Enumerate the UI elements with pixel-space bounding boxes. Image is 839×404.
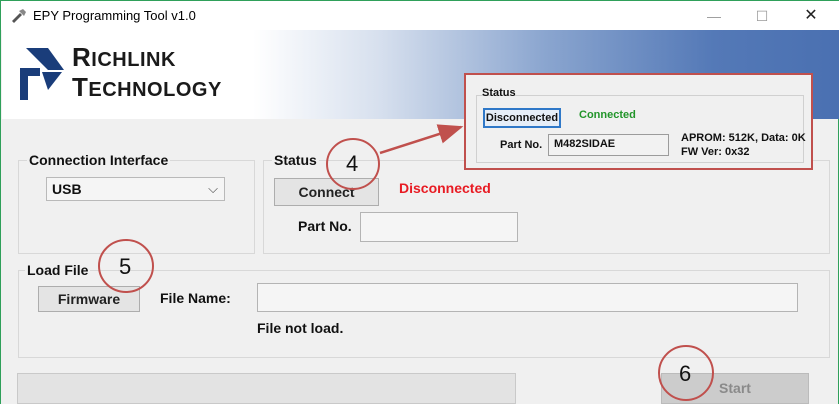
part-no-field <box>360 212 518 242</box>
window-title: EPY Programming Tool v1.0 <box>33 8 196 23</box>
logo-t: T <box>72 72 89 102</box>
connection-interface-legend: Connection Interface <box>27 152 171 168</box>
logo-text-richlink: RICHLINK <box>72 42 176 73</box>
logo-echnology: ECHNOLOGY <box>88 79 222 101</box>
status-legend: Status <box>272 152 319 168</box>
progress-bar <box>17 373 516 404</box>
app-tool-icon <box>12 9 26 23</box>
callout-fw-version: FW Ver: 0x32 <box>681 146 750 158</box>
chevron-down-icon: ⌵ <box>208 181 218 196</box>
file-name-field <box>257 283 798 312</box>
callout-part-no-label: Part No. <box>500 139 543 151</box>
status-callout: Status Disconnected Connected Part No. M… <box>464 73 813 170</box>
richlink-logo-icon <box>20 48 64 100</box>
part-no-label: Part No. <box>298 218 352 234</box>
callout-status-legend: Status <box>482 87 516 99</box>
interface-selected-value: USB <box>52 181 82 197</box>
step-6-label: 6 <box>679 361 692 386</box>
callout-arrow <box>379 124 464 155</box>
maximize-button[interactable]: ☐ <box>747 5 777 27</box>
file-name-label: File Name: <box>160 290 231 306</box>
close-button[interactable]: ✕ <box>796 5 826 27</box>
step-5-label: 5 <box>119 254 132 279</box>
connection-status-text: Disconnected <box>399 180 491 196</box>
connection-interface-group <box>18 160 255 254</box>
interface-select[interactable]: USB ⌵ <box>46 177 225 201</box>
callout-part-no-field: M482SIDAE <box>548 134 669 156</box>
callout-part-no-value: M482SIDAE <box>554 138 616 150</box>
logo-ichlink: ICHLINK <box>91 49 176 71</box>
logo-r: R <box>72 42 92 72</box>
load-file-legend: Load File <box>25 262 91 278</box>
step-4-label: 4 <box>346 151 359 176</box>
title-bar: EPY Programming Tool v1.0 — ☐ ✕ <box>1 0 839 30</box>
logo-text-technology: TECHNOLOGY <box>72 72 222 103</box>
file-load-message: File not load. <box>257 320 344 336</box>
firmware-button[interactable]: Firmware <box>38 286 140 312</box>
minimize-button[interactable]: — <box>699 5 729 27</box>
callout-connected-text: Connected <box>579 109 636 121</box>
connect-button[interactable]: Connect <box>274 178 379 206</box>
callout-memory-info: APROM: 512K, Data: 0K <box>681 132 806 144</box>
callout-disconnect-button[interactable]: Disconnected <box>483 108 561 128</box>
app-window: EPY Programming Tool v1.0 — ☐ ✕ RICHLINK… <box>0 0 839 404</box>
